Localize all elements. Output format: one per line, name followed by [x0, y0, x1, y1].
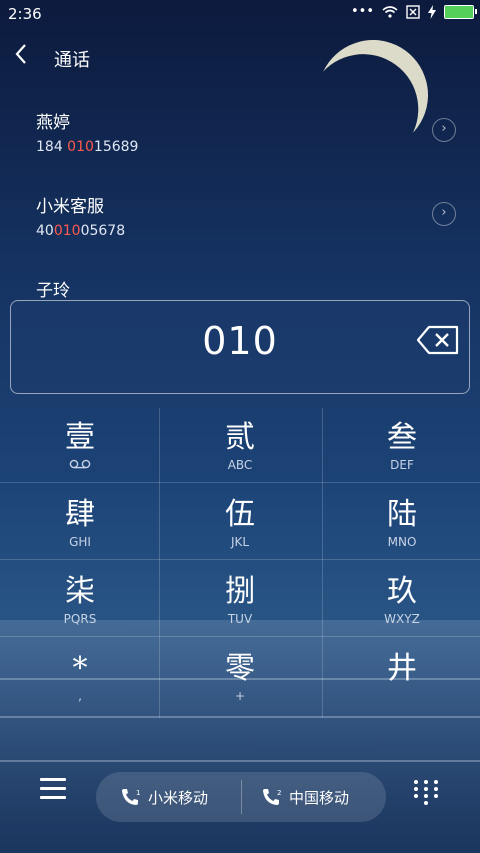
key-4[interactable]: 肆 GHI	[0, 485, 160, 559]
typed-number: 010	[202, 319, 278, 363]
key-star[interactable]: * ,	[0, 639, 160, 713]
key-0[interactable]: 零 +	[160, 639, 320, 713]
phone-sim2-icon: 2	[263, 789, 281, 805]
phone-sim1-icon: 1	[122, 789, 140, 805]
sim-call-buttons: 1 小米移动 2 中国移动	[96, 772, 386, 822]
contact-number: 184 01015689	[36, 139, 139, 155]
dialpad-grid-icon[interactable]	[414, 780, 438, 806]
contact-item[interactable]: 子玲	[36, 276, 456, 298]
wifi-icon	[382, 5, 398, 18]
key-2[interactable]: 贰 ABC	[160, 408, 320, 482]
no-sim-icon	[406, 4, 420, 19]
contact-detail-icon[interactable]: ›	[432, 118, 456, 142]
svg-text:1: 1	[136, 789, 140, 797]
key-3[interactable]: 叁 DEF	[322, 408, 480, 482]
back-chevron-icon[interactable]	[14, 42, 28, 72]
call-sim1-button[interactable]: 1 小米移动	[120, 772, 208, 822]
status-bar: 2:36 •••	[0, 0, 480, 28]
contact-name: 小米客服	[36, 197, 104, 217]
contact-item[interactable]: 燕婷 184 01015689 ›	[36, 108, 456, 155]
sim-divider	[241, 780, 242, 814]
keypad-divider	[0, 636, 480, 637]
contact-name: 子玲	[36, 281, 70, 298]
menu-icon[interactable]	[40, 778, 66, 805]
sim2-label: 中国移动	[289, 788, 350, 807]
bottom-bar: 1 小米移动 2 中国移动	[0, 760, 480, 830]
contact-name: 燕婷	[36, 113, 70, 133]
more-dots-icon: •••	[350, 4, 374, 19]
status-icons: •••	[350, 4, 477, 19]
voicemail-icon	[0, 458, 160, 472]
key-8[interactable]: 捌 TUV	[160, 562, 320, 636]
key-9[interactable]: 玖 WXYZ	[322, 562, 480, 636]
page-title: 通话	[54, 50, 90, 71]
key-hash[interactable]: 井	[322, 639, 480, 713]
charging-icon	[428, 4, 436, 19]
status-time: 2:36	[8, 5, 42, 23]
key-6[interactable]: 陆 MNO	[322, 485, 480, 559]
key-1[interactable]: 壹	[0, 408, 160, 482]
keypad-divider	[0, 482, 480, 483]
header: 通话	[0, 36, 480, 80]
keypad-divider	[0, 559, 480, 560]
key-7[interactable]: 柒 PQRS	[0, 562, 160, 636]
backspace-icon[interactable]	[416, 325, 459, 355]
battery-icon	[444, 4, 477, 19]
sim1-label: 小米移动	[148, 788, 209, 807]
contact-item[interactable]: 小米客服 4001005678 ›	[36, 192, 456, 239]
contact-number: 4001005678	[36, 223, 126, 239]
key-5[interactable]: 伍 JKL	[160, 485, 320, 559]
svg-text:2: 2	[277, 789, 281, 797]
number-display: 010	[10, 300, 470, 394]
call-sim2-button[interactable]: 2 中国移动	[261, 772, 349, 822]
contact-detail-icon[interactable]: ›	[432, 202, 456, 226]
